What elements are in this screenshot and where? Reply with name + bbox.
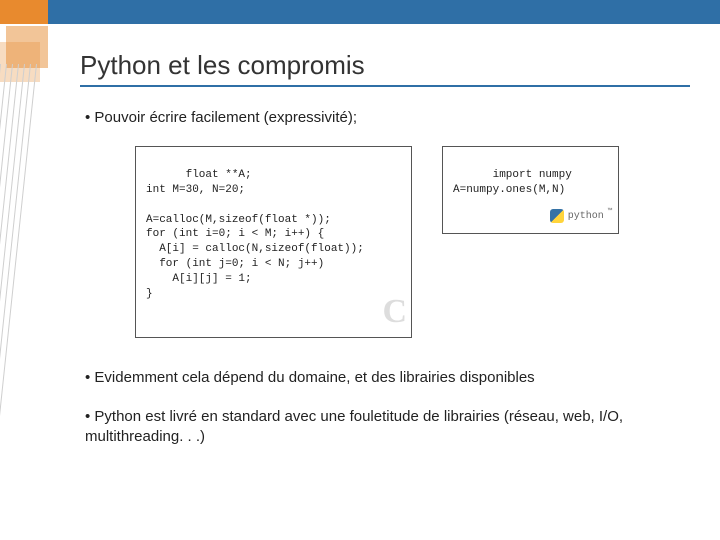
title-underline <box>80 85 690 87</box>
c-code-text: float **A; int M=30, N=20; A=calloc(M,si… <box>146 169 364 300</box>
side-decoration <box>0 24 60 540</box>
code-comparison-row: float **A; int M=30, N=20; A=calloc(M,si… <box>135 146 685 338</box>
top-color-band <box>0 0 720 24</box>
c-code-box: float **A; int M=30, N=20; A=calloc(M,si… <box>135 146 412 338</box>
page-title: Python et les compromis <box>80 50 680 81</box>
bullet-domain: Evidemment cela dépend du domaine, et de… <box>85 368 685 388</box>
content-area: Pouvoir écrire facilement (expressivité)… <box>85 108 685 465</box>
python-code-box: import numpy A=numpy.ones(M,N) python ™ <box>442 146 619 234</box>
python-logo-icon: python ™ <box>550 209 612 223</box>
python-badge-label: python <box>568 210 604 224</box>
bullet-expressivity: Pouvoir écrire facilement (expressivité)… <box>85 108 685 128</box>
bullet-stdlib: Python est livré en standard avec une fo… <box>85 407 685 448</box>
python-code-text: import numpy A=numpy.ones(M,N) <box>453 169 572 196</box>
c-logo-icon: C <box>382 289 407 335</box>
title-block: Python et les compromis <box>80 50 680 87</box>
